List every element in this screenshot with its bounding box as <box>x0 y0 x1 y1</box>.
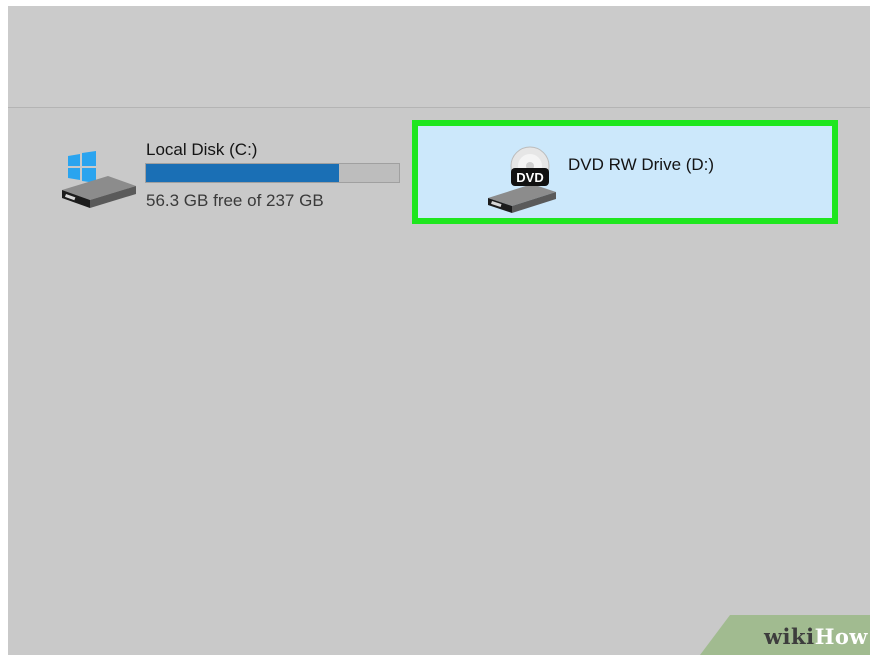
explorer-header-area <box>8 6 870 108</box>
dvd-rw-drive-d-tile[interactable]: DVD DVD RW Drive (D:) <box>412 120 838 224</box>
disk-usage-bar <box>145 163 400 183</box>
windows-hard-drive-icon <box>62 151 136 208</box>
file-explorer-window: Local Disk (C:) 56.3 GB free of 237 GB D… <box>8 6 870 655</box>
local-disk-label: Local Disk (C:) <box>146 140 258 159</box>
local-disk-free-space: 56.3 GB free of 237 GB <box>146 191 324 210</box>
dvd-badge-label: DVD <box>516 170 543 185</box>
disk-usage-fill <box>146 164 339 182</box>
dvd-drive-label: DVD RW Drive (D:) <box>568 155 715 174</box>
dvd-drive-icon: DVD <box>488 146 556 213</box>
windows-logo-icon <box>68 151 96 183</box>
watermark-how: How <box>814 624 868 649</box>
wikihow-watermark: wikiHow <box>700 615 870 655</box>
local-disk-c-tile[interactable]: Local Disk (C:) 56.3 GB free of 237 GB <box>54 132 410 222</box>
watermark-wiki: wiki <box>763 624 815 649</box>
